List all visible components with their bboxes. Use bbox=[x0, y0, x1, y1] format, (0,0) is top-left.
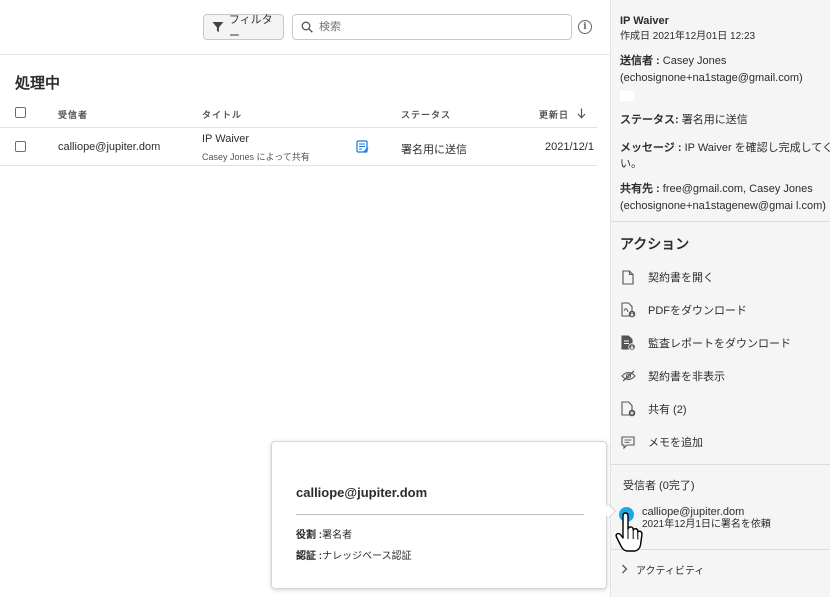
select-all-checkbox[interactable] bbox=[15, 107, 26, 118]
comment-icon bbox=[621, 435, 635, 449]
sort-descending-icon[interactable] bbox=[577, 108, 586, 119]
sidebar-divider bbox=[611, 221, 830, 222]
row-checkbox[interactable] bbox=[15, 141, 26, 152]
popover-email: calliope@jupiter.dom bbox=[296, 485, 428, 500]
redaction-block bbox=[620, 91, 634, 101]
action-label: 契約書を非表示 bbox=[648, 371, 725, 383]
popover-auth: 認証 :ナレッジベース認証 bbox=[296, 547, 412, 562]
row-status: 署名用に送信 bbox=[401, 144, 467, 156]
action-open-agreement[interactable]: 契約書を開く bbox=[620, 268, 714, 286]
table-header-divider bbox=[0, 127, 597, 128]
status-label: ステータス: bbox=[620, 114, 679, 126]
status-line: ステータス: 署名用に送信 bbox=[620, 112, 748, 128]
row-title[interactable]: IP Waiver bbox=[202, 133, 249, 145]
activity-label: アクティビティ bbox=[636, 565, 705, 577]
agreement-title: IP Waiver bbox=[620, 15, 669, 27]
action-add-note[interactable]: メモを追加 bbox=[620, 433, 703, 451]
sender-email: (echosignone+na1stage@gmail.com) bbox=[620, 72, 803, 84]
action-label: 契約書を開く bbox=[648, 272, 714, 284]
column-header-modified[interactable]: 更新日 bbox=[539, 108, 569, 121]
actions-heading: アクション bbox=[620, 236, 690, 252]
popover-role: 役割 :署名者 bbox=[296, 526, 352, 541]
divider bbox=[0, 54, 610, 55]
role-value: 署名者 bbox=[322, 530, 353, 541]
search-input[interactable] bbox=[319, 21, 549, 33]
sender-name: Casey Jones bbox=[662, 55, 727, 67]
message-text-cont: い。 bbox=[620, 158, 642, 170]
recipient-note: 2021年12月1日に署名を依頼 bbox=[642, 519, 771, 530]
search-icon bbox=[301, 21, 313, 33]
shared-email: (echosignone+na1stagenew@gmai l.com) bbox=[620, 200, 826, 212]
pdf-download-icon bbox=[620, 302, 635, 318]
message-text: IP Waiver を確認し完成してくださ bbox=[684, 142, 830, 154]
action-hide-agreement[interactable]: 契約書を非表示 bbox=[620, 367, 725, 385]
sender-line: 送信者 : Casey Jones bbox=[620, 53, 726, 69]
info-icon[interactable]: i bbox=[578, 20, 592, 34]
hand-pointer-cursor-icon bbox=[615, 512, 643, 552]
action-download-pdf[interactable]: PDFをダウンロード bbox=[620, 301, 747, 319]
document-icon bbox=[622, 269, 634, 285]
row-recipient: calliope@jupiter.dom bbox=[58, 141, 161, 153]
column-header-status[interactable]: ステータス bbox=[401, 108, 451, 121]
action-download-audit-report[interactable]: 監査レポートをダウンロード bbox=[620, 334, 791, 352]
filter-icon bbox=[212, 22, 224, 32]
row-divider bbox=[0, 165, 597, 166]
eye-hidden-icon bbox=[620, 370, 636, 382]
activity-expander[interactable]: アクティビティ bbox=[621, 560, 704, 578]
popover-divider bbox=[296, 514, 584, 515]
sidebar-divider bbox=[611, 464, 830, 465]
filter-button[interactable]: フィルター bbox=[203, 14, 284, 42]
action-label: PDFをダウンロード bbox=[648, 305, 747, 317]
shared-value: free@gmail.com, Casey Jones bbox=[662, 183, 813, 195]
document-edit-icon[interactable] bbox=[356, 140, 369, 153]
shared-label: 共有先 : bbox=[620, 183, 660, 195]
row-date: 2021/12/1 bbox=[545, 141, 594, 153]
filter-button-label: フィルター bbox=[228, 14, 273, 42]
role-label: 役割 : bbox=[296, 530, 323, 541]
action-label: メモを追加 bbox=[648, 437, 703, 449]
sender-label: 送信者 : bbox=[620, 55, 660, 67]
recipient-popover: calliope@jupiter.dom 役割 :署名者 認証 :ナレッジベース… bbox=[271, 441, 617, 589]
action-share[interactable]: 共有 (2) bbox=[620, 400, 687, 418]
auth-value: ナレッジベース認証 bbox=[322, 551, 412, 562]
recipients-heading: 受信者 (0完了) bbox=[623, 480, 695, 492]
share-document-icon bbox=[620, 401, 635, 417]
action-label: 共有 (2) bbox=[648, 404, 687, 416]
column-header-recipient[interactable]: 受信者 bbox=[58, 108, 88, 121]
details-sidebar: IP Waiver 作成日 2021年12月01日 12:23 送信者 : Ca… bbox=[610, 0, 830, 597]
search-field[interactable] bbox=[292, 14, 572, 40]
chevron-right-icon bbox=[622, 564, 628, 574]
shared-line: 共有先 : free@gmail.com, Casey Jones bbox=[620, 181, 813, 197]
created-date: 作成日 2021年12月01日 12:23 bbox=[620, 31, 756, 42]
toolbar: フィルター i bbox=[0, 14, 610, 42]
row-shared-by: Casey Jones によって共有 bbox=[202, 152, 310, 162]
auth-label: 認証 : bbox=[296, 551, 323, 562]
message-line: メッセージ : IP Waiver を確認し完成してくださ bbox=[620, 140, 830, 156]
column-header-title[interactable]: タイトル bbox=[202, 108, 242, 121]
audit-report-download-icon bbox=[620, 335, 636, 351]
status-value: 署名用に送信 bbox=[681, 114, 748, 126]
message-label: メッセージ : bbox=[620, 142, 682, 154]
action-label: 監査レポートをダウンロード bbox=[648, 338, 791, 350]
page-title: 処理中 bbox=[15, 75, 61, 92]
